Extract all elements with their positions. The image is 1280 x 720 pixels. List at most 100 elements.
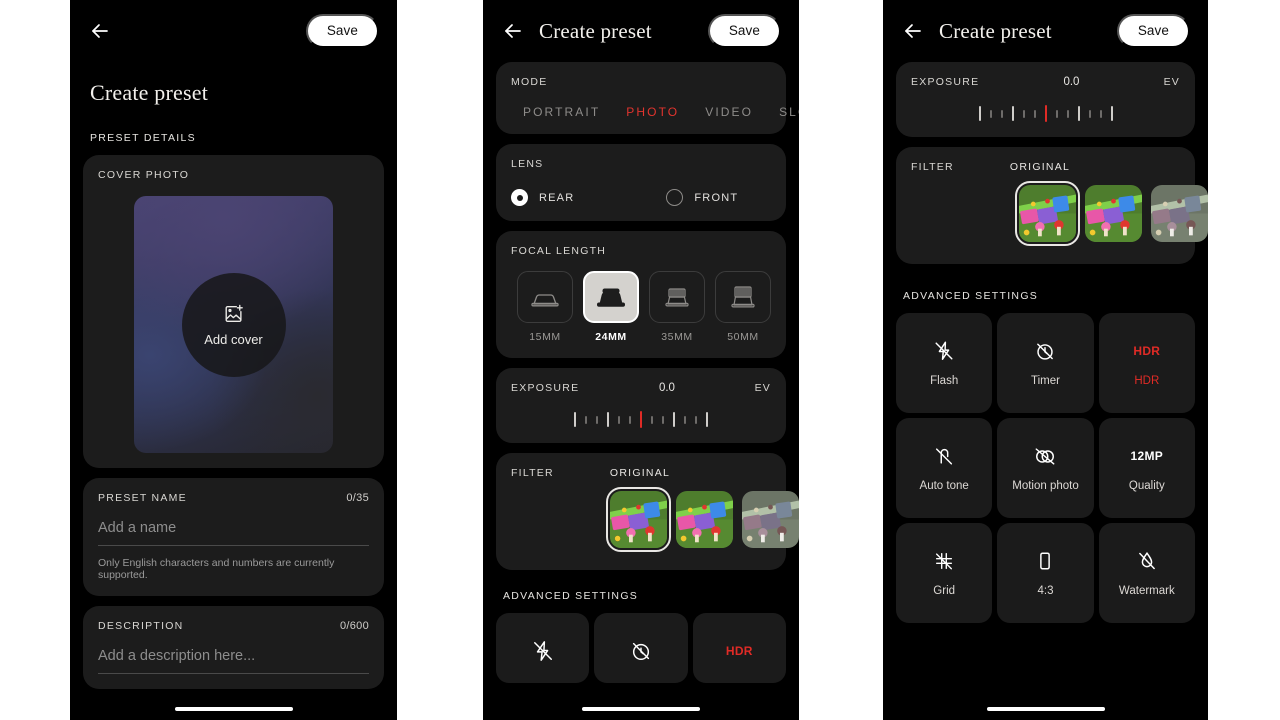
filter-card: FILTER ORIGINAL — [896, 147, 1208, 264]
save-button[interactable]: Save — [707, 14, 781, 48]
advanced-item-aspect-ratio[interactable]: 4:3 — [997, 523, 1094, 623]
filter-selected-name: ORIGINAL — [1009, 161, 1071, 173]
exposure-slider-thumb[interactable] — [1044, 105, 1047, 122]
focal-option-35mm[interactable]: 35MM — [649, 271, 705, 343]
advanced-item-label: Motion photo — [1012, 480, 1079, 492]
home-indicator — [986, 706, 1105, 711]
hdr-badge: HDR — [1133, 344, 1161, 358]
advanced-settings-grid: HDR — [496, 613, 786, 683]
resolution-icon: 12MP — [1131, 444, 1164, 468]
app-bar: Save — [70, 0, 397, 62]
timer-off-icon — [1034, 339, 1056, 363]
focal-option-50mm[interactable]: 50MM — [715, 271, 771, 343]
filter-label: FILTER — [911, 161, 954, 173]
advanced-item-hdr[interactable]: HDR HDR — [1098, 313, 1195, 413]
exposure-unit: EV — [754, 382, 771, 394]
app-bar: Create preset Save — [483, 0, 799, 62]
mode-option-portrait[interactable]: PORTRAIT — [523, 105, 600, 119]
preset-name-card: PRESET NAME 0/35 Add a name Only English… — [83, 478, 384, 596]
advanced-item-timer[interactable] — [594, 613, 688, 683]
focal-option-15mm[interactable]: 15MM — [517, 271, 573, 343]
description-label: DESCRIPTION — [98, 620, 184, 632]
exposure-label: EXPOSURE — [911, 76, 980, 88]
exposure-slider-thumb[interactable] — [640, 411, 642, 428]
mode-option-slomo[interactable]: SLO-M — [779, 105, 799, 119]
advanced-item-label: 4:3 — [1037, 585, 1054, 597]
lens-15mm-icon — [517, 271, 573, 323]
exposure-slider[interactable] — [911, 105, 1180, 122]
motion-photo-off-icon — [1033, 444, 1057, 468]
exposure-slider[interactable] — [511, 411, 771, 428]
filter-thumbnail-mono[interactable] — [1151, 185, 1208, 242]
advanced-item-hdr[interactable]: HDR — [692, 613, 786, 683]
auto-tone-off-icon — [933, 444, 955, 468]
lens-50mm-icon — [715, 271, 771, 323]
screenshot-stage: Save Create preset PRESET DETAILS COVER … — [0, 0, 1280, 720]
mode-selector[interactable]: T PORTRAIT PHOTO VIDEO SLO-M — [497, 105, 799, 119]
advanced-item-label: Auto tone — [919, 480, 969, 492]
timer-off-icon — [630, 639, 652, 663]
section-label-advanced-settings: ADVANCED SETTINGS — [503, 590, 639, 602]
description-input[interactable]: Add a description here... — [98, 648, 369, 674]
preset-name-input[interactable]: Add a name — [98, 520, 369, 546]
filter-thumbnail-original[interactable] — [606, 487, 671, 552]
mode-card: MODE T PORTRAIT PHOTO VIDEO SLO-M — [496, 62, 799, 134]
advanced-item-timer[interactable]: Timer — [997, 313, 1094, 413]
description-counter: 0/600 — [339, 620, 369, 632]
arrow-left-icon[interactable] — [501, 19, 525, 43]
advanced-item-label: Timer — [1031, 375, 1060, 387]
advanced-item-motion-photo[interactable]: Motion photo — [997, 418, 1094, 518]
cover-photo-preview[interactable]: Add cover — [134, 196, 333, 453]
advanced-item-flash[interactable]: Flash — [896, 313, 993, 413]
filter-label: FILTER — [511, 467, 554, 479]
exposure-label: EXPOSURE — [511, 382, 580, 394]
description-card: DESCRIPTION 0/600 Add a description here… — [83, 606, 384, 689]
exposure-card: EXPOSURE 0.0 EV — [896, 62, 1195, 137]
phone-panel-preset-details: Save Create preset PRESET DETAILS COVER … — [70, 0, 397, 720]
advanced-item-label: HDR — [1134, 375, 1160, 387]
advanced-item-flash[interactable] — [496, 613, 590, 683]
mode-option-photo[interactable]: PHOTO — [626, 105, 679, 119]
section-label-preset-details: PRESET DETAILS — [90, 132, 196, 144]
page-title: Create preset — [939, 18, 1052, 43]
exposure-unit: EV — [1163, 76, 1180, 88]
quality-badge: 12MP — [1130, 449, 1164, 463]
phone-panel-camera-settings: Create preset Save MODE T PORTRAIT PHOTO… — [483, 0, 799, 720]
filter-thumbnail-mono[interactable] — [742, 491, 799, 548]
save-button[interactable]: Save — [305, 14, 379, 48]
filter-thumbnail-vivid[interactable] — [1085, 185, 1142, 242]
advanced-item-label: Watermark — [1118, 585, 1175, 597]
lens-option-front[interactable]: FRONT — [666, 189, 738, 206]
focal-option-24mm[interactable]: 24MM — [583, 271, 639, 343]
mode-label: MODE — [511, 76, 548, 88]
filter-selected-name: ORIGINAL — [609, 467, 671, 479]
filter-thumbnail-vivid[interactable] — [676, 491, 733, 548]
page-title: Create preset — [539, 18, 652, 43]
advanced-item-label: Grid — [933, 585, 956, 597]
arrow-left-icon[interactable] — [901, 19, 925, 43]
grid-off-icon — [933, 549, 955, 573]
cover-photo-label: COVER PHOTO — [98, 169, 190, 181]
arrow-left-icon[interactable] — [88, 19, 112, 43]
home-indicator — [582, 706, 700, 711]
advanced-item-grid[interactable]: Grid — [896, 523, 993, 623]
lens-card: LENS REAR FRONT — [496, 144, 786, 221]
hdr-badge: HDR — [725, 644, 753, 658]
flash-off-icon — [532, 639, 554, 663]
mode-option-video[interactable]: VIDEO — [705, 105, 753, 119]
filter-card: FILTER ORIGINAL — [496, 453, 799, 570]
hdr-icon: HDR — [1133, 339, 1160, 363]
exposure-value: 0.0 — [658, 382, 675, 394]
advanced-item-watermark[interactable]: Watermark — [1098, 523, 1195, 623]
advanced-item-auto-tone[interactable]: Auto tone — [896, 418, 993, 518]
lens-option-rear[interactable]: REAR — [511, 189, 574, 206]
phone-panel-advanced-settings: Create preset Save EXPOSURE 0.0 EV FILTE… — [883, 0, 1208, 720]
filter-thumbnail-original[interactable] — [1015, 181, 1080, 246]
save-button[interactable]: Save — [1116, 14, 1190, 48]
add-cover-button[interactable]: Add cover — [181, 272, 286, 377]
exposure-card: EXPOSURE 0.0 EV — [496, 368, 786, 443]
preset-name-label: PRESET NAME — [98, 492, 187, 504]
section-label-advanced-settings: ADVANCED SETTINGS — [903, 290, 1039, 302]
advanced-item-quality[interactable]: 12MP Quality — [1098, 418, 1195, 518]
focal-length-card: FOCAL LENGTH 15MM 24MM 35MM 50MM — [496, 231, 786, 358]
